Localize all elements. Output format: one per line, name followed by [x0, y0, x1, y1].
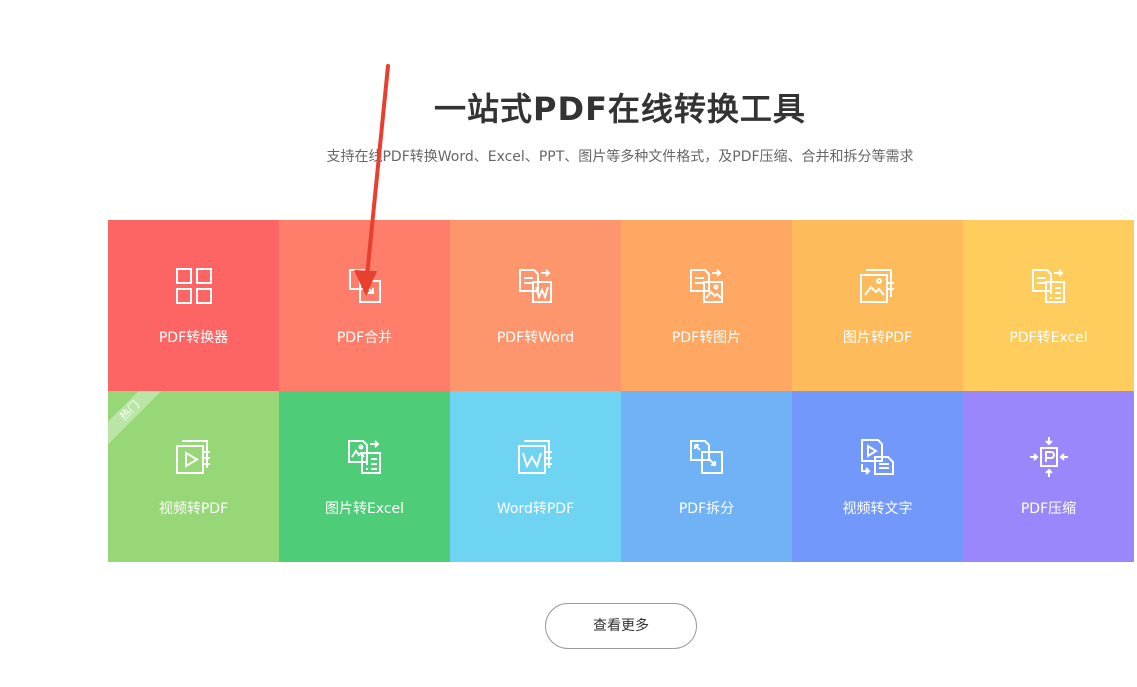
- tool-tile-pdf-merge[interactable]: PDF合并: [279, 220, 450, 391]
- image-to-pdf-icon: [857, 265, 899, 307]
- tool-label: Word转PDF: [496, 501, 575, 517]
- tool-label: 图片转PDF: [842, 330, 913, 346]
- video-to-pdf-icon: [173, 436, 215, 478]
- pdf-compress-icon: [1028, 436, 1070, 478]
- tool-tile-pdf-split[interactable]: PDF拆分: [621, 391, 792, 562]
- pdf-to-word-icon: [515, 265, 557, 307]
- tool-tile-image-to-pdf[interactable]: 图片转PDF: [792, 220, 963, 391]
- pdf-merge-icon: [344, 265, 386, 307]
- pdf-to-excel-icon: [1028, 265, 1070, 307]
- tool-label: 图片转Excel: [324, 501, 405, 517]
- tool-label: PDF压缩: [1020, 501, 1077, 517]
- image-to-excel-icon: [344, 436, 386, 478]
- tool-label: 视频转文字: [842, 501, 913, 517]
- page-title: 一站式PDF在线转换工具: [434, 90, 806, 128]
- tool-tile-pdf-to-image[interactable]: PDF转图片: [621, 220, 792, 391]
- tool-label: PDF转换器: [158, 330, 229, 346]
- page-subtitle: 支持在线PDF转换Word、Excel、PPT、图片等多种文件格式，及PDF压缩…: [326, 149, 914, 165]
- tool-tile-pdf-to-excel[interactable]: PDF转Excel: [963, 220, 1134, 391]
- tool-tile-pdf-to-word[interactable]: PDF转Word: [450, 220, 621, 391]
- video-to-text-icon: [857, 436, 899, 478]
- tool-tile-video-to-text[interactable]: 视频转文字: [792, 391, 963, 562]
- tool-label: PDF转图片: [671, 330, 742, 346]
- view-more-button[interactable]: 查看更多: [545, 603, 697, 649]
- tool-label: PDF转Word: [496, 330, 575, 346]
- pdf-split-icon: [686, 436, 728, 478]
- pdf-to-image-icon: [686, 265, 728, 307]
- tool-label: 视频转PDF: [158, 501, 229, 517]
- tool-tile-video-to-pdf[interactable]: 热门 视频转PDF: [108, 391, 279, 562]
- hot-badge: 热门: [108, 391, 170, 451]
- tool-tile-pdf-converter[interactable]: PDF转换器: [108, 220, 279, 391]
- tool-label: PDF转Excel: [1009, 330, 1088, 346]
- tool-tile-pdf-compress[interactable]: PDF压缩: [963, 391, 1134, 562]
- tool-tile-word-to-pdf[interactable]: Word转PDF: [450, 391, 621, 562]
- tool-tile-image-to-excel[interactable]: 图片转Excel: [279, 391, 450, 562]
- tool-label: PDF合并: [336, 330, 393, 346]
- grid-icon: [173, 265, 215, 307]
- word-to-pdf-icon: [515, 436, 557, 478]
- tool-grid: PDF转换器 PDF合并 PDF转Word PDF转图片 图片转PDF PDF转…: [108, 220, 1134, 562]
- tool-label: PDF拆分: [678, 501, 735, 517]
